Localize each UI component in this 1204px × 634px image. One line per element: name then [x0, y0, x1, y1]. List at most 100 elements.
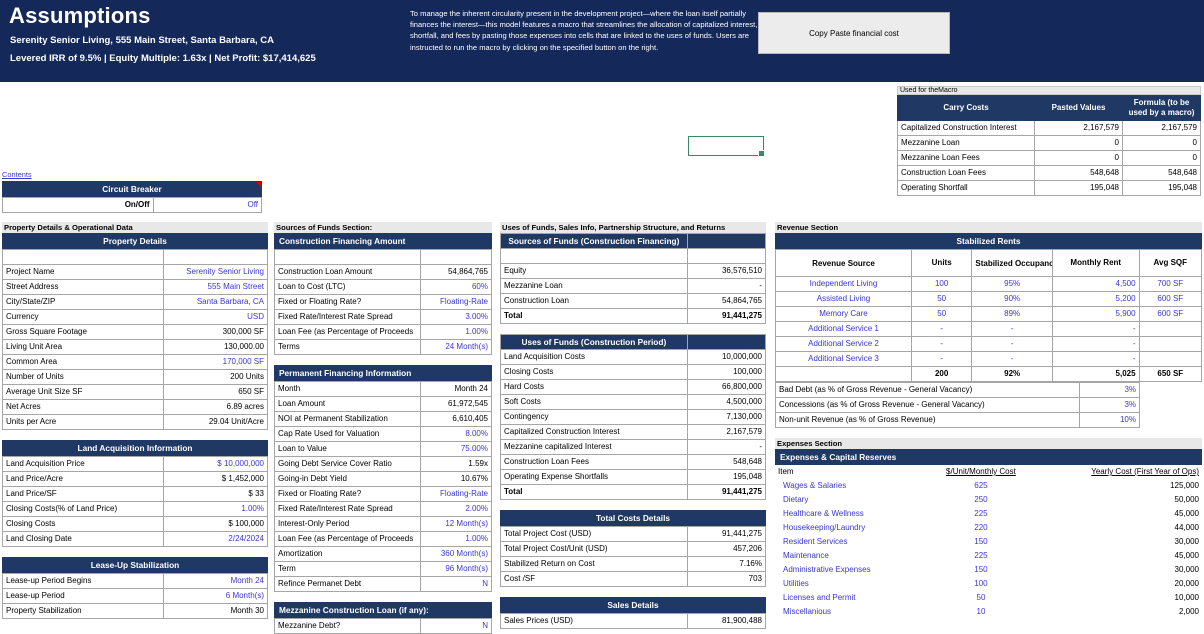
row-item[interactable]: Wages & Salaries [775, 479, 911, 493]
table-row[interactable]: Average Unit Size SF 650 SF [2, 384, 269, 400]
row-sqf[interactable]: 700 SF [1138, 276, 1203, 292]
table-row[interactable]: Wages & Salaries 625 125,000 [775, 479, 1202, 493]
table-row[interactable]: Fixed Rate/Interest Rate Spread 2.00% [274, 501, 493, 517]
row-value[interactable]: - [686, 278, 767, 294]
table-row[interactable]: Land Acquisition Price $ 10,000,000 [2, 456, 269, 472]
row-item[interactable]: Utilities [775, 577, 911, 591]
row-value[interactable]: 555 Main Street [162, 279, 269, 295]
row-value[interactable]: 6.89 acres [162, 399, 269, 415]
row-unit-cost[interactable]: 625 [911, 479, 1052, 493]
table-row[interactable]: NOI at Permanent Stabilization 6,610,405 [274, 411, 493, 427]
row-value[interactable]: 650 SF [162, 384, 269, 400]
row-value[interactable]: 360 Month(s) [419, 546, 493, 562]
table-row[interactable]: Capitalized Construction Interest 2,167,5… [500, 424, 767, 440]
row-item[interactable]: Licenses and Permit [775, 591, 911, 605]
row-value[interactable]: 457,206 [686, 541, 767, 557]
table-row[interactable]: Terms 24 Month(s) [274, 339, 493, 355]
row-value[interactable]: N [419, 576, 493, 592]
row-rent[interactable]: - [1051, 336, 1140, 352]
contents-link[interactable]: Contents [2, 170, 32, 179]
table-row[interactable]: Loan Amount 61,972,545 [274, 396, 493, 412]
table-row[interactable]: Loan to Cost (LTC) 60% [274, 279, 493, 295]
row-unit-cost[interactable]: 225 [911, 507, 1052, 521]
row-units[interactable]: - [910, 321, 973, 337]
table-row[interactable]: Loan to Value 75.00% [274, 441, 493, 457]
table-row[interactable]: Soft Costs 4,500,000 [500, 394, 767, 410]
row-value[interactable]: 1.00% [419, 324, 493, 340]
table-row[interactable]: Capitalized Construction Interest 2,167,… [897, 120, 1201, 136]
table-row[interactable]: Cap Rate Used for Valuation 8.00% [274, 426, 493, 442]
table-row[interactable]: Construction Loan Fees 548,648 548,648 [897, 165, 1201, 181]
table-row[interactable]: Resident Services 150 30,000 [775, 535, 1202, 549]
table-row[interactable]: Street Address 555 Main Street [2, 279, 269, 295]
row-rent[interactable]: 5,200 [1051, 291, 1140, 307]
row-value[interactable]: 91,441,275 [686, 526, 767, 542]
table-row[interactable]: City/State/ZIP Santa Barbara, CA [2, 294, 269, 310]
table-row[interactable]: Additional Service 1--- [775, 321, 1203, 337]
row-value[interactable]: 1.00% [162, 501, 269, 517]
table-row[interactable]: Construction Loan 54,864,765 [500, 293, 767, 309]
table-row[interactable]: Housekeeping/Laundry 220 44,000 [775, 521, 1202, 535]
row-value[interactable]: 36,576,510 [686, 263, 767, 279]
table-row[interactable]: Independent Living 100 95% 4,500 700 SF [775, 276, 1203, 292]
table-row[interactable]: Operating Expense Shortfalls 195,048 [500, 469, 767, 485]
table-row[interactable]: Closing Costs 100,000 [500, 364, 767, 380]
row-sqf[interactable] [1138, 336, 1203, 352]
row-value[interactable]: 3% [1078, 382, 1141, 398]
table-row[interactable]: Going-in Debt Yield 10.67% [274, 471, 493, 487]
row-units[interactable]: 50 [910, 291, 973, 307]
table-row[interactable]: Dietary 250 50,000 [775, 493, 1202, 507]
table-row[interactable]: Common Area 170,000 SF [2, 354, 269, 370]
table-row[interactable]: Assisted Living 50 90% 5,200 600 SF [775, 291, 1203, 307]
row-sqf[interactable] [1138, 351, 1203, 367]
row-value[interactable]: Month 24 [419, 381, 493, 397]
table-row[interactable]: Maintenance 225 45,000 [775, 549, 1202, 563]
row-unit-cost[interactable]: 250 [911, 493, 1052, 507]
row-value[interactable]: 10% [1078, 412, 1141, 428]
table-row[interactable]: Land Acquisition Costs 10,000,000 [500, 349, 767, 365]
row-yearly[interactable]: 30,000 [1051, 535, 1202, 549]
row-value[interactable]: 703 [686, 571, 767, 587]
row-occupancy[interactable]: - [971, 351, 1053, 367]
table-row[interactable]: Closing Costs $ 100,000 [2, 516, 269, 532]
table-row[interactable]: Construction Loan Amount 54,864,765 [274, 264, 493, 280]
table-row[interactable]: Bad Debt (as % of Gross Revenue - Genera… [775, 382, 1141, 398]
row-sqf[interactable] [1138, 321, 1203, 337]
row-item[interactable]: Housekeeping/Laundry [775, 521, 911, 535]
row-value[interactable]: 75.00% [419, 441, 493, 457]
table-total-row[interactable]: Total 91,441,275 [500, 308, 767, 324]
row-value[interactable]: Month 24 [162, 573, 269, 589]
table-row[interactable]: Land Price/Acre $ 1,452,000 [2, 471, 269, 487]
row-rent[interactable]: - [1051, 321, 1140, 337]
row-unit-cost[interactable]: 220 [911, 521, 1052, 535]
row-rent[interactable]: - [1051, 351, 1140, 367]
table-row[interactable]: Memory Care 50 89% 5,900 600 SF [775, 306, 1203, 322]
copy-paste-financial-cost-button[interactable]: Copy Paste financial cost [758, 12, 950, 54]
row-value[interactable]: $ 10,000,000 [162, 456, 269, 472]
row-value[interactable]: 54,864,765 [686, 293, 767, 309]
row-value[interactable]: $ 100,000 [162, 516, 269, 532]
table-total-row[interactable]: Total 91,441,275 [500, 484, 767, 500]
row-units[interactable]: 50 [910, 306, 973, 322]
row-yearly[interactable]: 20,000 [1051, 577, 1202, 591]
revenue-total-row[interactable]: 200 92% 5,025 650 SF [775, 366, 1203, 382]
row-value[interactable]: 10,000,000 [686, 349, 767, 365]
table-row[interactable]: Miscellanious 10 2,000 [775, 605, 1202, 619]
row-value[interactable]: 81,900,488 [686, 613, 767, 629]
row-value[interactable]: 6 Month(s) [162, 588, 269, 604]
table-row[interactable]: Non-unit Revenue (as % of Gross Revenue)… [775, 412, 1141, 428]
row-source[interactable]: Memory Care [775, 306, 912, 322]
row-value[interactable]: 130,000.00 [162, 339, 269, 355]
row-sqf[interactable]: 600 SF [1138, 291, 1203, 307]
row-value[interactable]: Floating-Rate [419, 486, 493, 502]
table-row[interactable]: Month Month 24 [274, 381, 493, 397]
table-row[interactable]: Term 96 Month(s) [274, 561, 493, 577]
row-value[interactable]: 2.00% [419, 501, 493, 517]
row-unit-cost[interactable]: 150 [911, 535, 1052, 549]
row-value[interactable]: 7,130,000 [686, 409, 767, 425]
row-value[interactable]: 1.00% [419, 531, 493, 547]
row-value[interactable]: 100,000 [686, 364, 767, 380]
fill-handle[interactable] [758, 150, 765, 157]
row-value[interactable]: 300,000 SF [162, 324, 269, 340]
table-row[interactable]: On/Off Off [2, 197, 263, 213]
